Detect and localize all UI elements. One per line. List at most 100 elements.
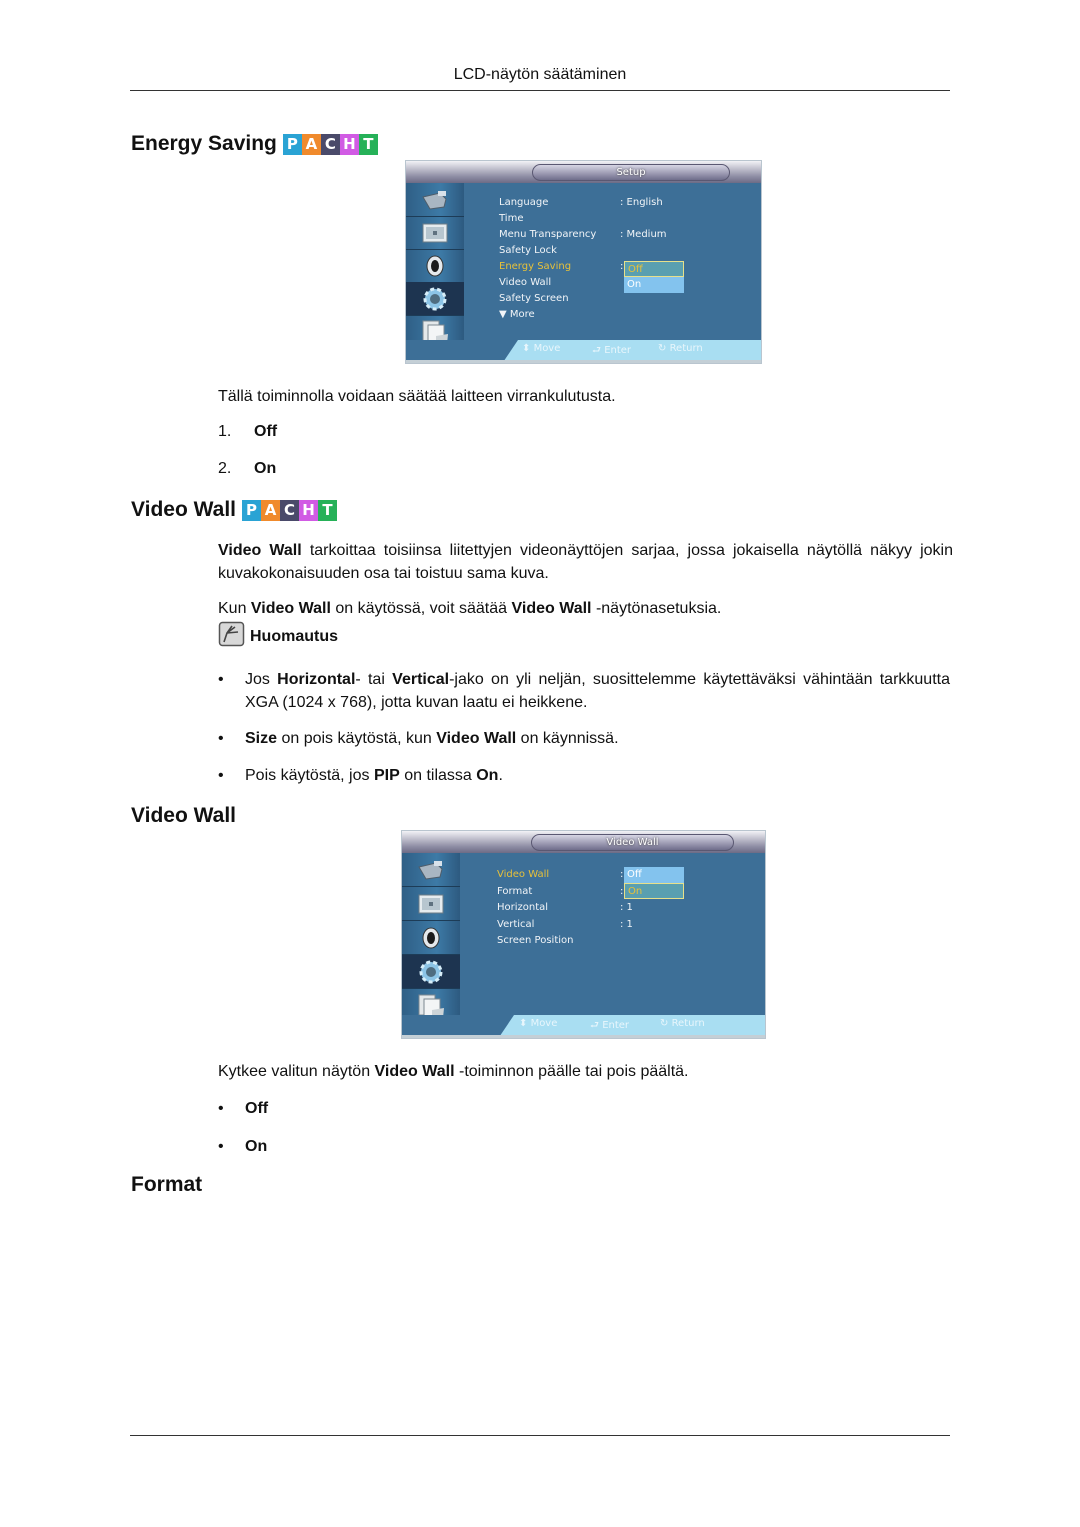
text: on käynnissä. xyxy=(516,730,619,747)
video-wall-sub-heading: Video Wall xyxy=(131,804,236,828)
term: Horizontal xyxy=(277,671,356,688)
text: Kytkee valitun näytön xyxy=(218,1063,375,1080)
osd-menu-item: Language xyxy=(499,197,549,208)
plug-icon xyxy=(418,860,443,880)
badge-letter-c: C xyxy=(280,499,300,521)
speaker-icon xyxy=(422,927,440,948)
osd-side-item-input xyxy=(402,853,460,887)
osd-menu-item: Video Wall xyxy=(497,869,550,880)
osd-dropdown-option: Off xyxy=(624,261,684,277)
video-wall-option-off: • Off xyxy=(218,1097,268,1120)
bullet-dot: • xyxy=(218,767,224,784)
osd-menu-item: Time xyxy=(499,213,524,224)
osd-sidebar xyxy=(402,853,460,1038)
gear-icon xyxy=(419,960,443,983)
osd-footer-enter: ⮐ Enter xyxy=(592,343,631,360)
osd-menu-item: Horizontal xyxy=(497,902,549,913)
note-text: Jos Horizontal- tai Vertical-jako on yli… xyxy=(245,668,950,714)
running-head: LCD-näytön säätäminen xyxy=(453,66,627,83)
speaker-icon xyxy=(426,255,444,276)
osd-side-item-picture xyxy=(406,216,464,250)
term: On xyxy=(476,767,499,784)
note-label: Huomautus xyxy=(250,628,338,645)
video-wall-option-on: • On xyxy=(218,1135,267,1158)
osd-dropdown-option: On xyxy=(624,883,684,899)
option-label: On xyxy=(254,460,277,477)
osd-menu-value: : 1 xyxy=(620,902,633,913)
format-heading: Format xyxy=(131,1173,202,1197)
bullet-dot: • xyxy=(218,671,224,688)
badge-letter-a: A xyxy=(301,133,321,155)
osd-menu-value: : Medium xyxy=(620,229,667,240)
text: Jos xyxy=(245,671,278,688)
note-item: • Size on pois käytöstä, kun Video Wall … xyxy=(218,727,950,750)
badge-letter-p: P xyxy=(282,133,302,155)
video-wall-sub-description: Kytkee valitun näytön Video Wall -toimin… xyxy=(218,1060,688,1083)
osd-dropdown-option: Off xyxy=(624,867,684,883)
return-icon: ↻ xyxy=(660,1018,672,1029)
term: Video Wall xyxy=(511,600,592,617)
osd-side-item-setup xyxy=(402,955,460,989)
text: on tilassa xyxy=(399,767,477,784)
move-arrows-icon: ⬍ xyxy=(519,1018,531,1029)
pacht-badge: P A C H T xyxy=(242,499,338,521)
note-item: • Pois käytöstä, jos PIP on tilassa On. xyxy=(218,764,950,787)
term: Video Wall xyxy=(374,1063,455,1080)
option-number: 1. xyxy=(218,423,232,440)
definition-text: tarkoittaa toisiinsa liitettyjen videonä… xyxy=(218,542,954,582)
footer-rule xyxy=(130,1435,950,1436)
pacht-badge: P A C H T xyxy=(282,133,378,155)
text: on pois käytöstä, kun xyxy=(277,730,437,747)
return-label: Return xyxy=(671,1018,705,1029)
enter-label: Enter xyxy=(602,1020,630,1031)
osd-side-item-sound xyxy=(402,921,460,955)
osd-footer: ⬍ Move ⮐ Enter ↻ Return xyxy=(406,340,761,360)
setup-osd-screenshot: Setup Language : English Time Menu Transpar… xyxy=(406,161,761,363)
note-text: Size on pois käytöstä, kun Video Wall on… xyxy=(245,727,950,750)
osd-title: Setup xyxy=(532,164,730,181)
plug-icon xyxy=(422,190,447,210)
osd-menu-value: : 1 xyxy=(620,918,633,930)
osd-side-item-sound xyxy=(406,249,464,283)
badge-letter-c: C xyxy=(320,133,340,155)
video-wall-usage: Kun Video Wall on käytössä, voit säätää … xyxy=(218,597,721,620)
osd-side-item-picture xyxy=(402,887,460,921)
osd-menu-item: Energy Saving xyxy=(499,261,572,272)
osd-menu-item: Format xyxy=(497,885,533,897)
energy-option-off: 1. Off xyxy=(218,423,277,441)
text: - tai xyxy=(355,671,393,688)
note-heading: Huomautus xyxy=(218,621,338,647)
move-arrows-icon: ⬍ xyxy=(522,343,534,354)
badge-letter-h: H xyxy=(299,499,319,521)
energy-saving-heading: Energy Saving P A C H T xyxy=(131,132,378,156)
osd-footer-move: ⬍ Move xyxy=(522,343,560,354)
osd-menu-item: Menu Transparency xyxy=(499,229,597,240)
bullet-dot: • xyxy=(218,1138,224,1155)
term: Video Wall xyxy=(250,600,331,617)
option-label: Off xyxy=(254,423,278,440)
gear-icon xyxy=(423,287,447,310)
osd-menu-item: Video Wall xyxy=(499,277,552,288)
osd-menu-value: : xyxy=(620,261,624,272)
osd-footer-return: ↻ Return xyxy=(660,1018,705,1029)
term: Size xyxy=(245,730,278,747)
osd-footer-notch xyxy=(406,340,518,360)
note-item: • Jos Horizontal- tai Vertical-jako on y… xyxy=(218,668,950,714)
picture-icon xyxy=(422,223,448,242)
osd-menu-value: : English xyxy=(620,197,663,208)
option-label: Off xyxy=(245,1100,269,1117)
video-wall-title: Video Wall xyxy=(131,498,237,521)
osd-menu-value: : xyxy=(620,869,624,880)
badge-letter-p: P xyxy=(242,499,262,521)
osd-title: Video Wall xyxy=(531,834,734,851)
osd-footer-strip xyxy=(402,1035,765,1038)
return-icon: ↻ xyxy=(658,343,670,354)
text: -näytönasetuksia. xyxy=(591,600,722,617)
osd-sidebar xyxy=(406,183,464,363)
osd-side-item-setup xyxy=(406,282,464,316)
badge-letter-t: T xyxy=(358,133,378,155)
video-wall-osd-screenshot: Video Wall Video Wall: Format: Horizontal:… xyxy=(402,831,765,1038)
term: PIP xyxy=(373,767,400,784)
video-wall-sub-title: Video Wall xyxy=(131,804,237,827)
osd-footer-notch xyxy=(402,1015,514,1035)
